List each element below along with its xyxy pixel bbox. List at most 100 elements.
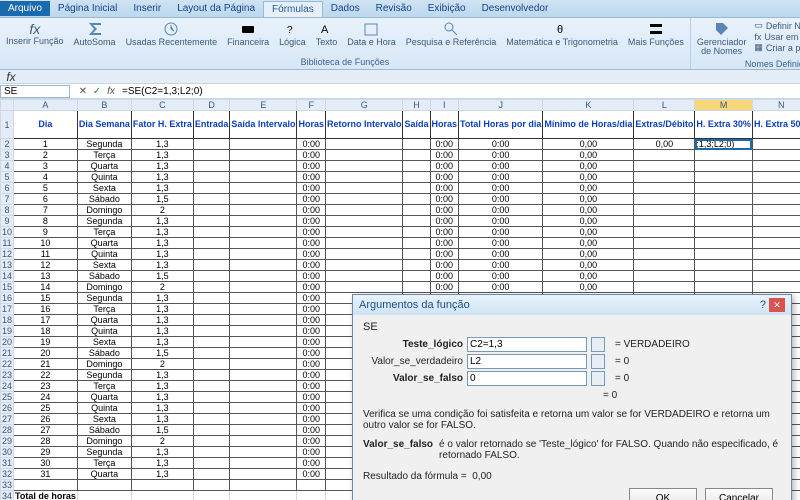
cell[interactable]: 0:00 (459, 194, 543, 205)
cell[interactable] (193, 491, 230, 500)
cell[interactable]: 0:00 (430, 238, 459, 249)
cell[interactable]: 0:00 (297, 238, 326, 249)
formula-bar-input[interactable] (118, 84, 800, 98)
dialog-cancel-button[interactable]: Cancelar (705, 488, 773, 500)
col-header-E[interactable]: E (230, 100, 297, 111)
cell[interactable]: 1,3 (131, 293, 193, 304)
col-header-G[interactable]: G (325, 100, 403, 111)
col-header-A[interactable]: A (14, 100, 78, 111)
cell[interactable]: Domingo (77, 359, 131, 370)
cell[interactable] (695, 183, 753, 194)
cell[interactable] (695, 205, 753, 216)
col-header-N[interactable]: N (752, 100, 800, 111)
cell[interactable]: 0:00 (297, 216, 326, 227)
cell[interactable]: 13 (14, 271, 78, 282)
cell[interactable]: 0:00 (297, 425, 326, 436)
arg3-input[interactable] (467, 371, 587, 386)
cell[interactable] (325, 216, 403, 227)
cell[interactable] (193, 293, 230, 304)
cell[interactable] (325, 205, 403, 216)
cell[interactable]: 0:00 (297, 436, 326, 447)
row-header[interactable]: 21 (1, 348, 14, 359)
cell[interactable]: 0:00 (297, 304, 326, 315)
cell[interactable]: 0:00 (297, 326, 326, 337)
cell[interactable]: 1,3 (131, 216, 193, 227)
cell[interactable] (403, 216, 430, 227)
cell[interactable]: 0,00 (543, 216, 634, 227)
cell[interactable]: 1,5 (131, 194, 193, 205)
col-header-J[interactable]: J (459, 100, 543, 111)
row-header[interactable]: 12 (1, 249, 14, 260)
col-header-M[interactable]: M (695, 100, 753, 111)
cell[interactable] (230, 359, 297, 370)
cell[interactable] (230, 392, 297, 403)
cell[interactable]: 2 (131, 359, 193, 370)
cell[interactable] (193, 469, 230, 480)
cell[interactable]: 6 (14, 194, 78, 205)
cell[interactable] (131, 480, 193, 491)
cell[interactable] (752, 282, 800, 293)
cell[interactable]: Quarta (77, 238, 131, 249)
cell[interactable]: 1,3 (131, 414, 193, 425)
cell[interactable]: Terça (77, 150, 131, 161)
cell[interactable]: 0:00 (297, 348, 326, 359)
cell[interactable]: 12 (14, 260, 78, 271)
insert-function-button[interactable]: fxInserir Função (3, 20, 67, 48)
col-header-I[interactable]: I (430, 100, 459, 111)
col-header-C[interactable]: C (131, 100, 193, 111)
cell[interactable]: 0:00 (430, 194, 459, 205)
cell[interactable]: 15 (14, 293, 78, 304)
arg3-range-picker[interactable] (591, 371, 605, 386)
cell[interactable] (634, 205, 695, 216)
cell[interactable]: 0:00 (459, 172, 543, 183)
cell[interactable] (230, 172, 297, 183)
cell[interactable]: 0,00 (634, 139, 695, 150)
cell[interactable] (230, 183, 297, 194)
cell[interactable] (403, 238, 430, 249)
cell[interactable]: 0:00 (430, 260, 459, 271)
cell[interactable]: Sexta (77, 260, 131, 271)
financial-button[interactable]: Financeira (224, 20, 272, 48)
cell[interactable] (325, 139, 403, 150)
cell[interactable] (297, 491, 326, 500)
cell[interactable] (752, 227, 800, 238)
row-header[interactable]: 9 (1, 216, 14, 227)
cell[interactable]: 2 (14, 150, 78, 161)
row-header[interactable]: 26 (1, 403, 14, 414)
cell[interactable]: 1,3 (131, 150, 193, 161)
formula-cancel-button[interactable]: ✕ (76, 86, 90, 97)
cell[interactable]: 1,3 (131, 326, 193, 337)
cell[interactable] (193, 480, 230, 491)
cell[interactable] (695, 172, 753, 183)
cell[interactable]: Segunda (77, 216, 131, 227)
cell[interactable]: 0:00 (459, 216, 543, 227)
cell[interactable] (752, 260, 800, 271)
dialog-close-button[interactable]: ✕ (769, 298, 785, 312)
cell[interactable] (230, 348, 297, 359)
cell[interactable]: 9 (14, 227, 78, 238)
cell[interactable] (230, 282, 297, 293)
define-name-button[interactable]: ▭Definir Nome ▾ (753, 20, 800, 31)
cell[interactable]: 23 (14, 381, 78, 392)
cell[interactable] (325, 172, 403, 183)
cell[interactable] (230, 238, 297, 249)
dialog-help-icon[interactable]: ? (760, 299, 766, 311)
cell[interactable] (230, 194, 297, 205)
cell[interactable] (230, 491, 297, 500)
col-header-B[interactable]: B (77, 100, 131, 111)
tab-file[interactable]: Arquivo (0, 1, 50, 16)
cell[interactable] (230, 403, 297, 414)
cell[interactable] (230, 436, 297, 447)
row-header[interactable]: 25 (1, 392, 14, 403)
row-header[interactable]: 3 (1, 150, 14, 161)
cell[interactable] (193, 447, 230, 458)
cell[interactable]: 1,3 (131, 337, 193, 348)
row-header[interactable]: 19 (1, 326, 14, 337)
cell[interactable] (193, 370, 230, 381)
cell[interactable]: 1,3 (131, 403, 193, 414)
cell[interactable]: 0,00 (543, 139, 634, 150)
cell[interactable] (695, 194, 753, 205)
cell[interactable]: 0,00 (543, 172, 634, 183)
cell[interactable]: 0:00 (430, 227, 459, 238)
cell[interactable]: Quarta (77, 315, 131, 326)
